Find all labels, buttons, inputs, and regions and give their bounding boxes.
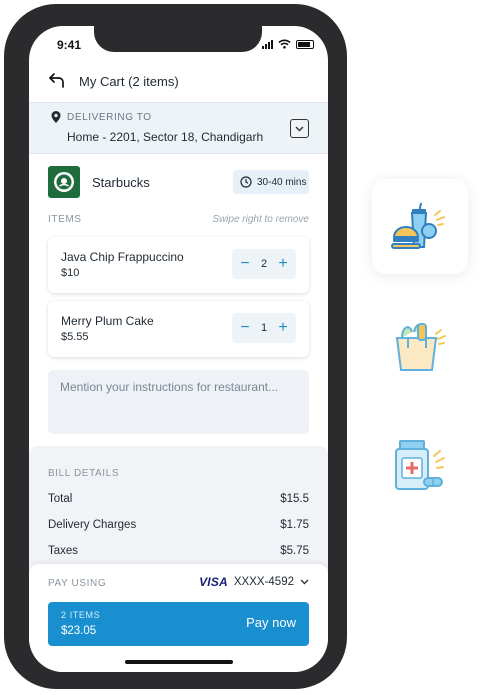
pay-total: $23.05 bbox=[61, 625, 97, 637]
bill-row-value: $5.75 bbox=[280, 545, 309, 557]
quantity-stepper: − 1 + bbox=[232, 313, 296, 343]
bill-row-label: Delivery Charges bbox=[48, 519, 137, 531]
card-number: XXXX-4592 bbox=[233, 576, 294, 588]
page-title: My Cart (2 items) bbox=[79, 74, 179, 89]
increase-quantity-button[interactable]: + bbox=[276, 320, 290, 336]
eta-text: 30-40 mins bbox=[257, 176, 307, 188]
grocery-icon bbox=[395, 323, 446, 371]
phone-frame: 9:41 My Cart (2 items) DELIVERING TO Hom… bbox=[4, 4, 347, 689]
food-icon bbox=[391, 202, 445, 249]
delivery-address: Home - 2201, Sector 18, Chandigarh bbox=[67, 130, 264, 144]
item-name: Merry Plum Cake bbox=[61, 314, 154, 328]
payment-panel: PAY USING VISA XXXX-4592 2 ITEMS $23.05 … bbox=[29, 564, 328, 672]
bill-row-label: Total bbox=[48, 493, 73, 505]
restaurant-name: Starbucks bbox=[92, 175, 150, 190]
location-pin-icon bbox=[51, 111, 61, 123]
bill-row-delivery: Delivery Charges $1.75 bbox=[48, 519, 309, 531]
bill-row-total: Total $15.5 bbox=[48, 493, 309, 505]
wifi-icon bbox=[278, 39, 291, 49]
quantity-stepper: − 2 + bbox=[232, 249, 296, 279]
item-price: $5.55 bbox=[61, 331, 89, 343]
bill-row-value: $1.75 bbox=[280, 519, 309, 531]
starbucks-logo bbox=[48, 166, 80, 198]
item-name: Java Chip Frappuccino bbox=[61, 250, 184, 264]
medicine-icon bbox=[395, 440, 445, 490]
pay-using-label: PAY USING bbox=[48, 578, 107, 589]
eta-badge: 30-40 mins bbox=[233, 170, 309, 194]
delivering-to-label: DELIVERING TO bbox=[67, 112, 152, 123]
items-section-label: ITEMS bbox=[48, 214, 82, 225]
cart-item[interactable]: Java Chip Frappuccino $10 − 2 + bbox=[48, 237, 309, 293]
item-price: $10 bbox=[61, 267, 80, 279]
item-quantity: 2 bbox=[260, 258, 268, 270]
decrease-quantity-button[interactable]: − bbox=[238, 320, 252, 336]
notch bbox=[94, 26, 262, 52]
header: My Cart (2 items) bbox=[29, 62, 328, 102]
payment-method-selector[interactable]: VISA XXXX-4592 bbox=[199, 575, 309, 589]
bill-row-label: Taxes bbox=[48, 545, 79, 557]
clock-icon bbox=[240, 176, 252, 188]
increase-quantity-button[interactable]: + bbox=[276, 256, 290, 272]
bill-row-value: $15.5 bbox=[280, 493, 309, 505]
restaurant-row: Starbucks 30-40 mins bbox=[29, 154, 328, 208]
visa-logo: VISA bbox=[199, 575, 228, 589]
delivery-address-bar[interactable]: DELIVERING TO Home - 2201, Sector 18, Ch… bbox=[29, 102, 328, 154]
bill-details-label: BILL DETAILS bbox=[48, 468, 120, 479]
status-time: 9:41 bbox=[57, 38, 82, 52]
address-dropdown-button[interactable] bbox=[290, 119, 309, 138]
chevron-down-icon bbox=[300, 579, 309, 585]
decrease-quantity-button[interactable]: − bbox=[238, 256, 252, 272]
pay-now-label: Pay now bbox=[246, 615, 296, 630]
signal-icon bbox=[262, 39, 273, 49]
phone-screen: 9:41 My Cart (2 items) DELIVERING TO Hom… bbox=[29, 26, 328, 672]
pay-item-count: 2 ITEMS bbox=[61, 610, 101, 620]
pay-now-button[interactable]: 2 ITEMS $23.05 Pay now bbox=[48, 602, 309, 646]
swipe-hint: Swipe right to remove bbox=[212, 214, 309, 225]
restaurant-instructions-input[interactable] bbox=[48, 370, 309, 434]
status-icons bbox=[262, 39, 314, 49]
chevron-down-icon bbox=[295, 126, 304, 131]
battery-icon bbox=[296, 39, 314, 49]
food-category-card bbox=[372, 179, 468, 274]
bill-row-taxes: Taxes $5.75 bbox=[48, 545, 309, 557]
home-indicator bbox=[125, 660, 233, 664]
back-arrow-icon[interactable] bbox=[47, 70, 67, 90]
cart-item[interactable]: Merry Plum Cake $5.55 − 1 + bbox=[48, 301, 309, 357]
item-quantity: 1 bbox=[260, 322, 268, 334]
